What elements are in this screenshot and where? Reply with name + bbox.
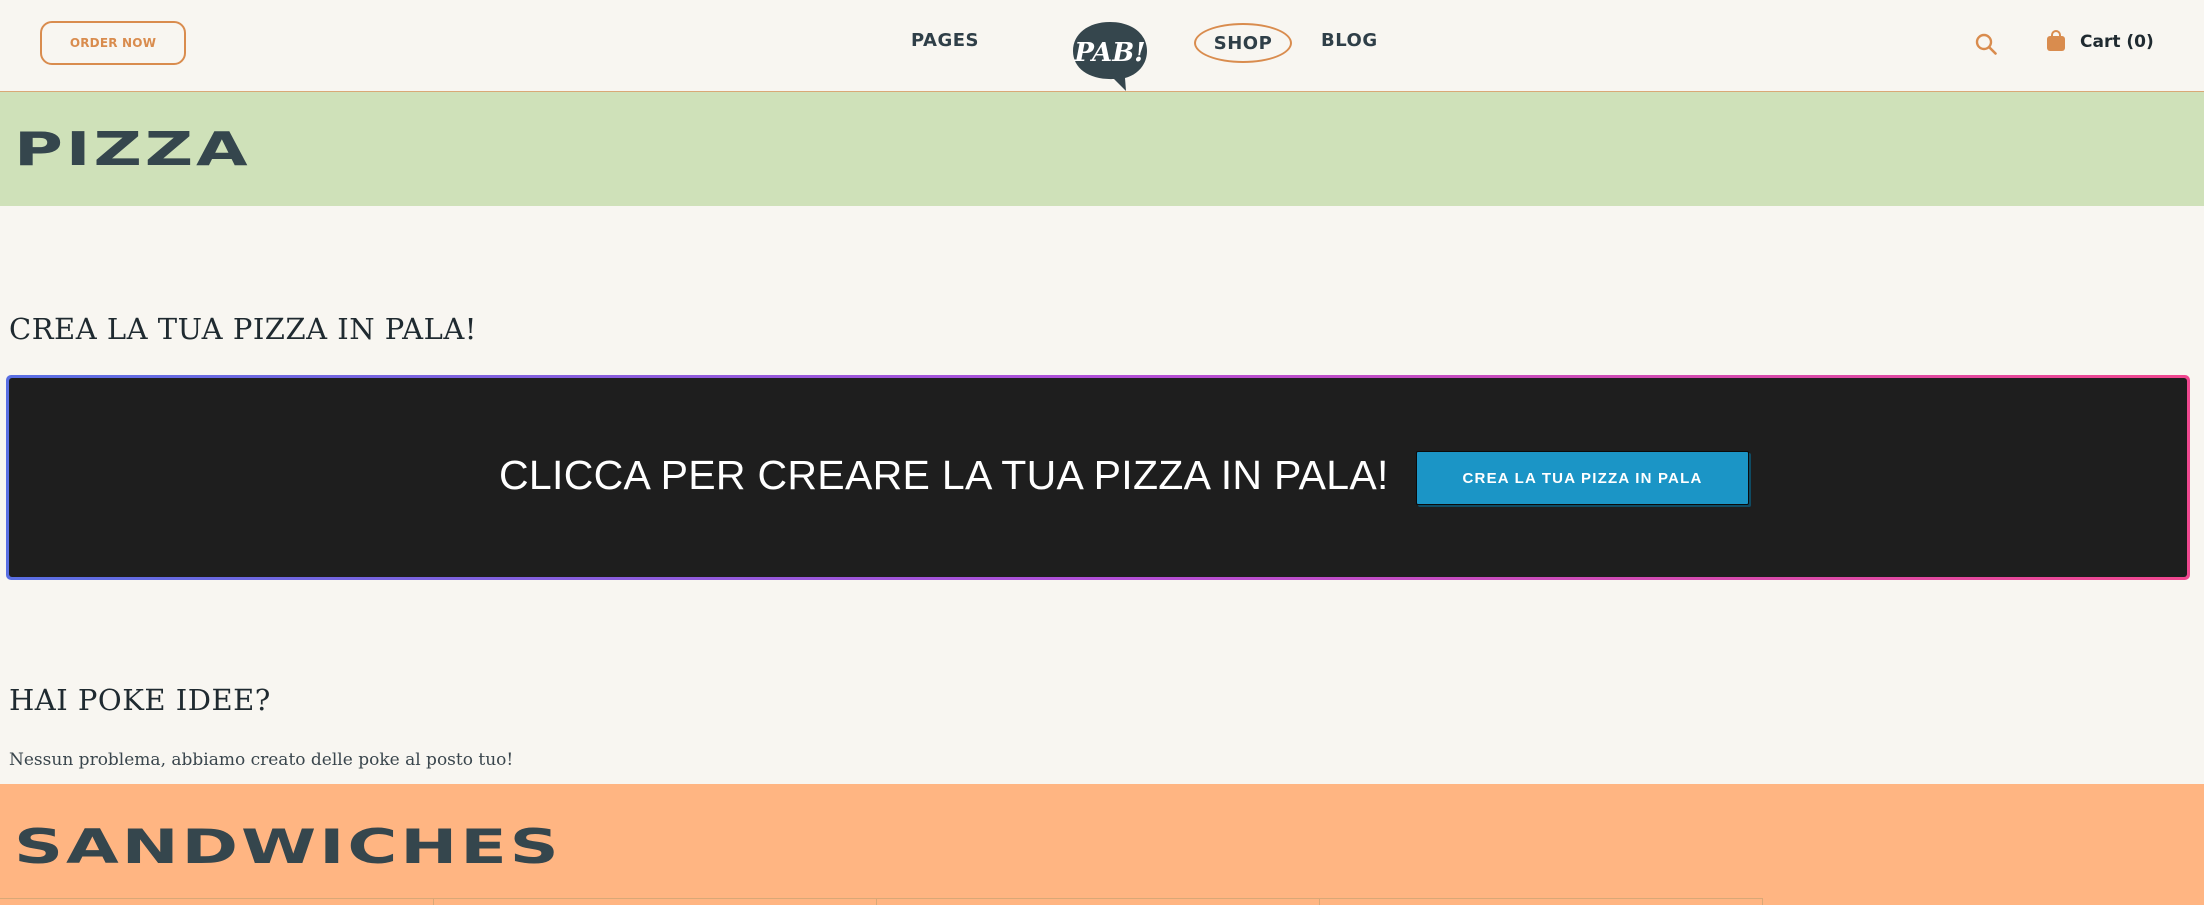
nav-blog[interactable]: BLOG — [1321, 30, 1378, 51]
nav-pages[interactable]: PAGES — [911, 30, 979, 51]
product-grid-divider — [1319, 898, 1320, 905]
category-title: PIZZA — [14, 122, 251, 176]
site-header: ORDER NOW PAGES PAB! SHOP BLOG Cart (0) — [0, 0, 2204, 92]
promo-banner: CLICCA PER CREARE LA TUA PIZZA IN PALA! … — [6, 375, 2190, 580]
product-grid-divider — [876, 898, 877, 905]
product-grid-divider — [1762, 898, 1763, 905]
shopping-bag-icon[interactable] — [2046, 30, 2066, 52]
category-title-sandwiches: SANDWICHES — [14, 820, 562, 875]
section-title: CREA LA TUA PIZZA IN PALA! — [9, 312, 477, 346]
category-band-pizza: PIZZA — [0, 92, 2204, 206]
promo-banner-inner: CLICCA PER CREARE LA TUA PIZZA IN PALA! … — [9, 378, 2187, 577]
product-grid-divider — [433, 898, 434, 905]
nav-shop[interactable]: SHOP — [1194, 23, 1292, 63]
section-subtitle-poke: Nessun problema, abbiamo creato delle po… — [9, 750, 514, 770]
promo-banner-text: CLICCA PER CREARE LA TUA PIZZA IN PALA! — [499, 452, 1389, 498]
create-pizza-button[interactable]: CREA LA TUA PIZZA IN PALA — [1416, 451, 1749, 505]
category-band-sandwiches: SANDWICHES — [0, 784, 2204, 905]
order-now-button[interactable]: ORDER NOW — [40, 21, 186, 65]
cart-link[interactable]: Cart (0) — [2080, 32, 2154, 52]
section-title-poke: HAI POKE IDEE? — [9, 683, 271, 717]
product-grid-top-border — [0, 898, 1762, 899]
logo[interactable]: PAB! — [1070, 19, 1150, 93]
logo-text: PAB! — [1073, 38, 1145, 68]
search-icon[interactable] — [1975, 33, 1997, 55]
